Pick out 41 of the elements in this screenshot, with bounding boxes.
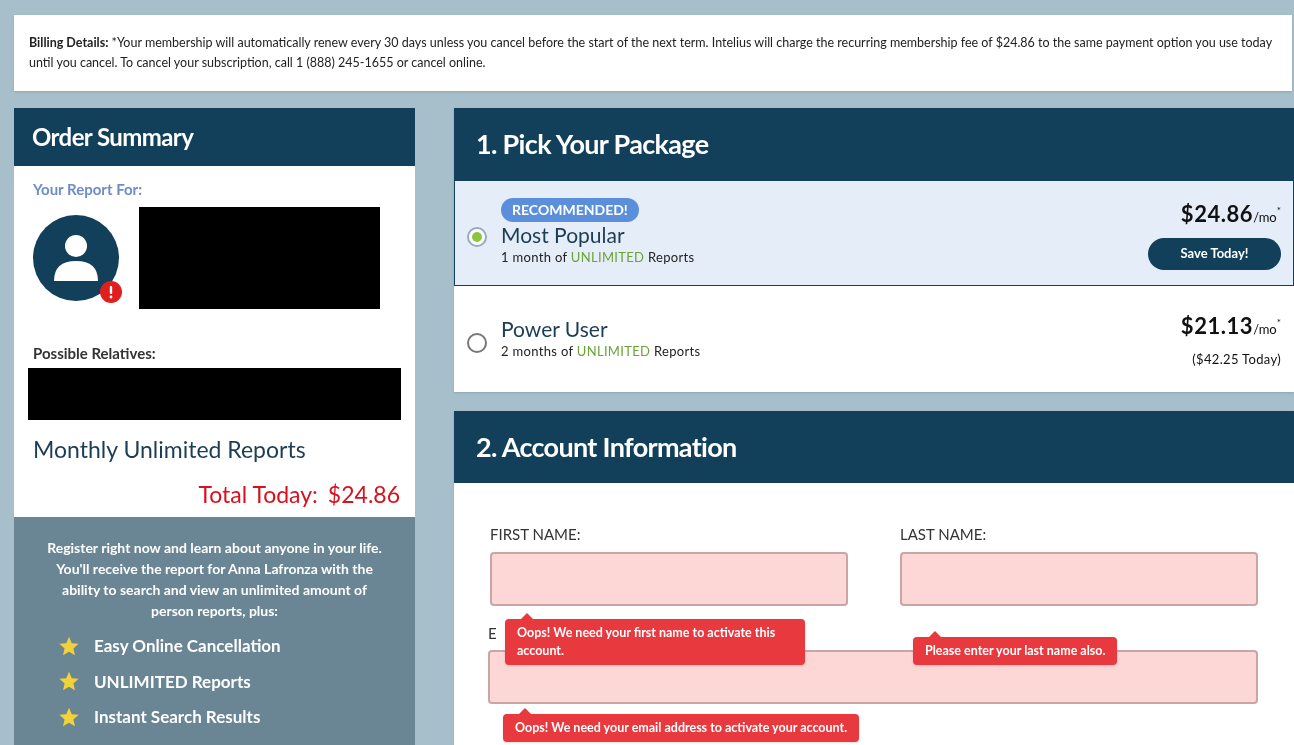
billing-details-text: Billing Details: *Your membership will automatically renew every 30 days unless you cancel before the start of the next term. Intelius will charge the recurring membership fee of $24.86 to the same payment option you use today until you cancel. To cancel your subscription, call 1 (888) 245-1655 or cancel online. bbox=[29, 34, 1273, 72]
plan-name: Monthly Unlimited Reports bbox=[32, 434, 307, 465]
package-price: $21.13 bbox=[1180, 310, 1254, 341]
radio-button[interactable] bbox=[467, 227, 487, 247]
save-today-button[interactable]: Save Today! bbox=[1148, 237, 1281, 270]
field-label: LAST NAME: bbox=[900, 524, 988, 545]
feature-text: UNLIMITED Reports bbox=[94, 669, 251, 694]
panel-title: 2. Account Information bbox=[476, 428, 737, 465]
package-option[interactable]: RECOMMENDED! Most Popular 1 month of UNLIMITED Reports $24.86/mo* Save Today! bbox=[454, 180, 1294, 286]
tooltip-arrow-icon bbox=[519, 707, 531, 714]
package-description: 2 months of UNLIMITED Reports bbox=[501, 342, 701, 362]
field-label: E bbox=[488, 622, 497, 644]
alert-icon bbox=[100, 280, 122, 303]
footnote-mark: * bbox=[1276, 202, 1281, 218]
report-for-label: Your Report For: bbox=[32, 179, 144, 200]
package-name: Power User bbox=[501, 316, 608, 343]
price-unit: /mo bbox=[1253, 319, 1277, 339]
price-note: ($42.25 Today) bbox=[1192, 349, 1281, 369]
package-price: $24.86 bbox=[1180, 198, 1254, 229]
panel-title: 1. Pick Your Package bbox=[476, 125, 709, 162]
package-option[interactable]: Power User 2 months of UNLIMITED Reports $21.13/mo* ($42.25 Today) bbox=[454, 286, 1294, 392]
relatives-label: Possible Relatives: bbox=[32, 342, 157, 364]
package-name: Most Popular bbox=[501, 222, 625, 249]
feature-text: Easy Online Cancellation bbox=[94, 634, 281, 658]
text-input[interactable] bbox=[900, 551, 1258, 606]
panel-title: Order Summary bbox=[32, 121, 194, 153]
feature-text: Instant Search Results bbox=[94, 705, 261, 729]
promo-text: Register right now and learn about anyone in your life. You'll receive the report for Anna Lafronza with the ability to search and view an unlimited amount of person reports, plus: bbox=[46, 538, 383, 621]
price-unit: /mo bbox=[1253, 207, 1277, 227]
recommended-badge: RECOMMENDED! bbox=[501, 198, 639, 223]
total-value: $24.86 bbox=[327, 478, 400, 510]
tooltip-arrow-icon bbox=[929, 631, 941, 637]
total-label: Total Today: bbox=[198, 478, 318, 510]
package-description: 1 month of UNLIMITED Reports bbox=[501, 248, 695, 268]
tooltip-arrow-icon bbox=[521, 613, 533, 619]
radio-button[interactable] bbox=[467, 333, 487, 353]
star-icon bbox=[58, 670, 80, 693]
footnote-mark: * bbox=[1276, 314, 1281, 330]
field-label: FIRST NAME: bbox=[490, 524, 582, 545]
text-input[interactable] bbox=[490, 551, 848, 606]
person-avatar-icon bbox=[33, 214, 119, 301]
